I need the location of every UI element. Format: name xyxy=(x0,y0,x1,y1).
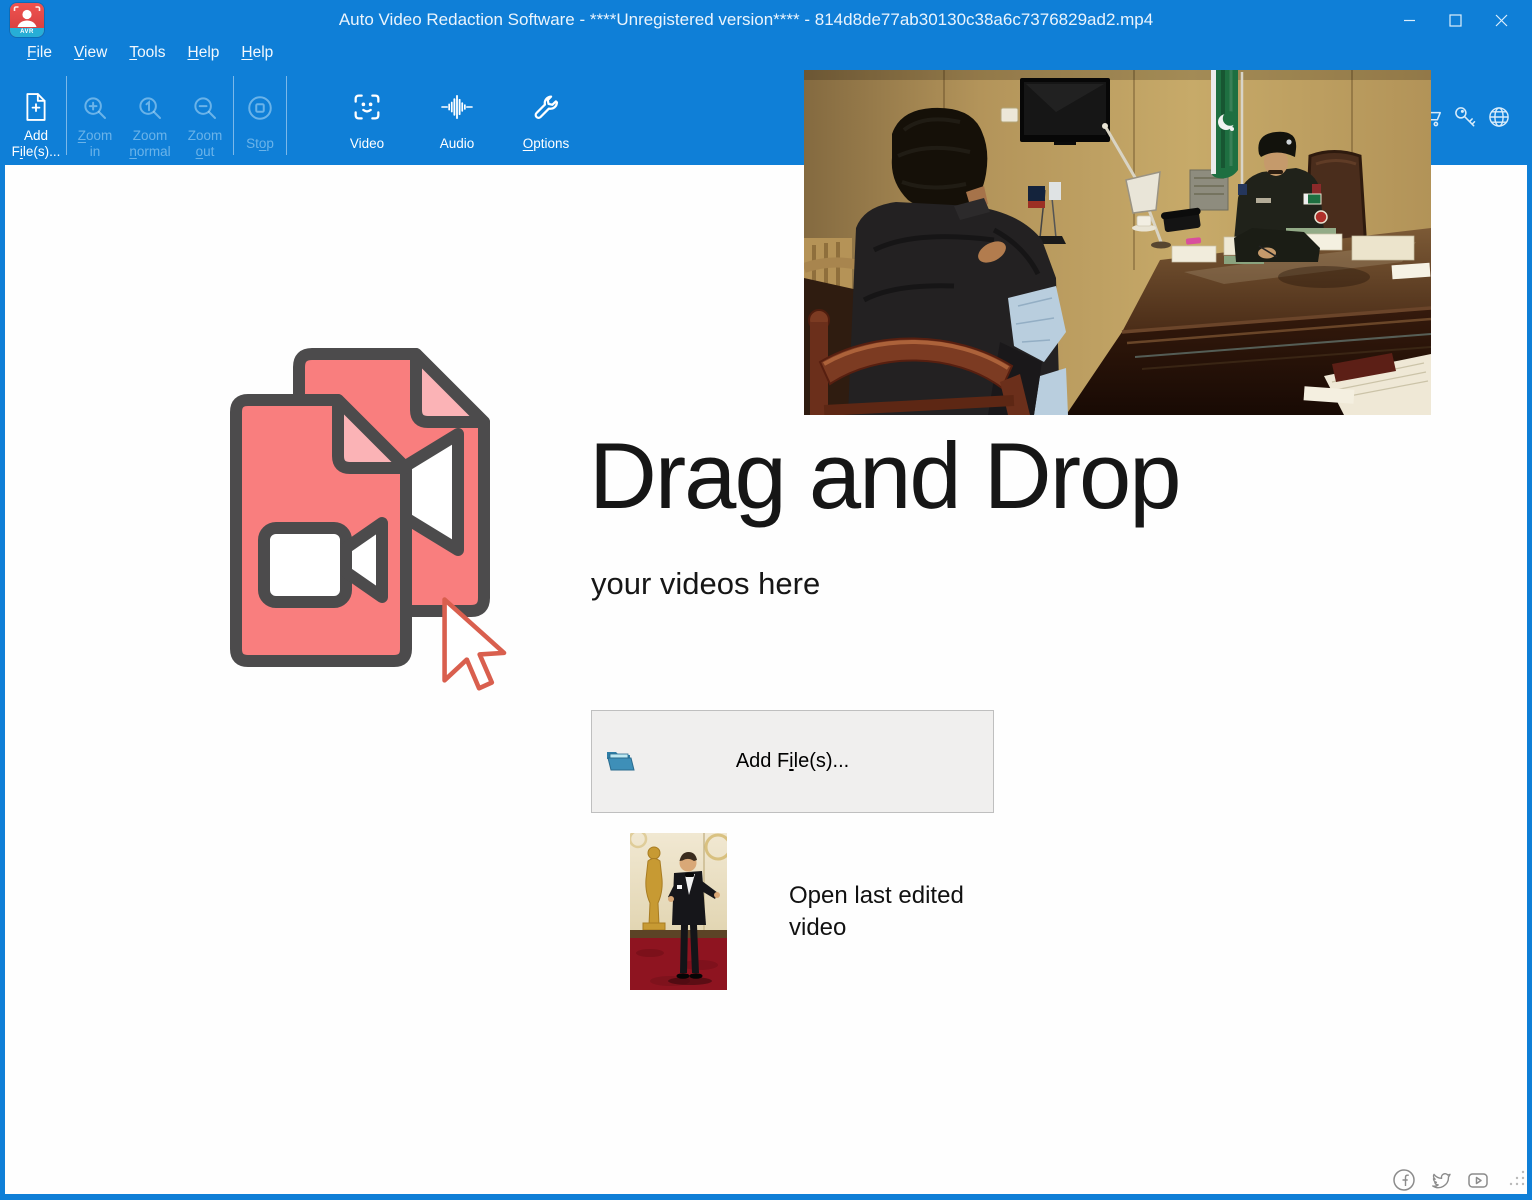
wrench-icon xyxy=(530,68,562,123)
add-files-button[interactable]: Add File(s)... xyxy=(591,710,994,813)
footer-social-icons xyxy=(1392,1168,1490,1192)
app-icon-label: AVR xyxy=(10,28,44,37)
video-preview[interactable] xyxy=(804,70,1431,415)
zoom-out-icon xyxy=(190,68,220,123)
window-controls xyxy=(1386,0,1524,40)
close-icon xyxy=(1495,14,1508,27)
face-scan-icon xyxy=(351,68,383,123)
titlebar[interactable]: AVR Auto Video Redaction Software - ****… xyxy=(0,0,1532,40)
toolbar-options-button[interactable]: Options xyxy=(507,68,585,165)
stop-icon xyxy=(245,68,275,123)
facebook-icon[interactable] xyxy=(1392,1168,1416,1192)
menu-view[interactable]: View xyxy=(63,40,118,68)
maximize-button[interactable] xyxy=(1432,0,1478,40)
toolbar-video-button[interactable]: Video xyxy=(331,68,403,165)
toolbar-audio-button[interactable]: Audio xyxy=(421,68,493,165)
open-folder-icon xyxy=(605,747,635,779)
menubar: File View Tools Help Help xyxy=(0,40,1532,68)
resize-grip[interactable] xyxy=(1509,1170,1525,1191)
app-window: AVR Auto Video Redaction Software - ****… xyxy=(0,0,1532,1200)
globe-icon[interactable] xyxy=(1485,103,1512,130)
window-border-left xyxy=(0,0,5,1200)
toolbar-separator xyxy=(286,76,287,155)
video-files-drop-icon xyxy=(228,346,520,698)
toolbar-label-line: File(s)... xyxy=(12,144,61,160)
waveform-icon xyxy=(440,68,474,123)
toolbar-zoom-out-button: Zoom out xyxy=(179,68,231,165)
menu-help[interactable]: Help xyxy=(177,40,231,68)
toolbar-label-line: Options xyxy=(523,136,570,152)
drag-drop-subheading: your videos here xyxy=(591,566,820,602)
add-files-button-label: Add File(s)... xyxy=(592,750,993,773)
toolbar-zoom-normal-button: Zoom normal xyxy=(121,68,179,165)
minimize-button[interactable] xyxy=(1386,0,1432,40)
open-last-label[interactable]: Open last edited video xyxy=(789,880,999,944)
toolbar-label-line: Video xyxy=(350,136,384,152)
toolbar-label-line: Stop xyxy=(246,136,274,152)
toolbar-add-files-button[interactable]: Add File(s)... xyxy=(8,68,64,165)
minimize-icon xyxy=(1403,14,1416,27)
toolbar-separator xyxy=(66,76,67,155)
toolbar-label-line: Add xyxy=(12,128,61,144)
toolbar-separator xyxy=(233,76,234,155)
menu-tools[interactable]: Tools xyxy=(118,40,176,68)
chrome-right-icons xyxy=(1417,103,1512,130)
twitter-icon[interactable] xyxy=(1429,1168,1453,1192)
toolbar-label-line: in xyxy=(78,144,113,160)
youtube-icon[interactable] xyxy=(1466,1168,1490,1192)
zoom-in-icon xyxy=(80,68,110,123)
toolbar-label-line: out xyxy=(188,144,223,160)
menu-help-2[interactable]: Help xyxy=(230,40,284,68)
drag-drop-heading: Drag and Drop xyxy=(589,422,1229,530)
app-icon: AVR xyxy=(10,3,44,37)
toolbar-label-line: Zoom xyxy=(188,128,223,144)
toolbar-stop-button: Stop xyxy=(236,68,284,165)
toolbar-label-line: normal xyxy=(129,144,170,160)
toolbar-label-line: Zoom xyxy=(78,128,113,144)
key-icon[interactable] xyxy=(1451,103,1478,130)
toolbar-zoom-in-button: Zoom in xyxy=(69,68,121,165)
toolbar-label-line: Zoom xyxy=(129,128,170,144)
window-border-bottom xyxy=(0,1194,1532,1200)
close-button[interactable] xyxy=(1478,0,1524,40)
file-plus-icon xyxy=(21,68,51,123)
last-edited-thumbnail[interactable] xyxy=(630,833,727,990)
window-title: Auto Video Redaction Software - ****Unre… xyxy=(120,0,1372,40)
window-border-right xyxy=(1527,0,1532,1200)
menu-file[interactable]: File xyxy=(16,40,63,68)
toolbar-label-line: Audio xyxy=(440,136,475,152)
video-frame-image xyxy=(804,70,1431,415)
zoom-normal-icon xyxy=(135,68,165,123)
maximize-icon xyxy=(1449,14,1462,27)
thumbnail-image xyxy=(630,833,727,990)
